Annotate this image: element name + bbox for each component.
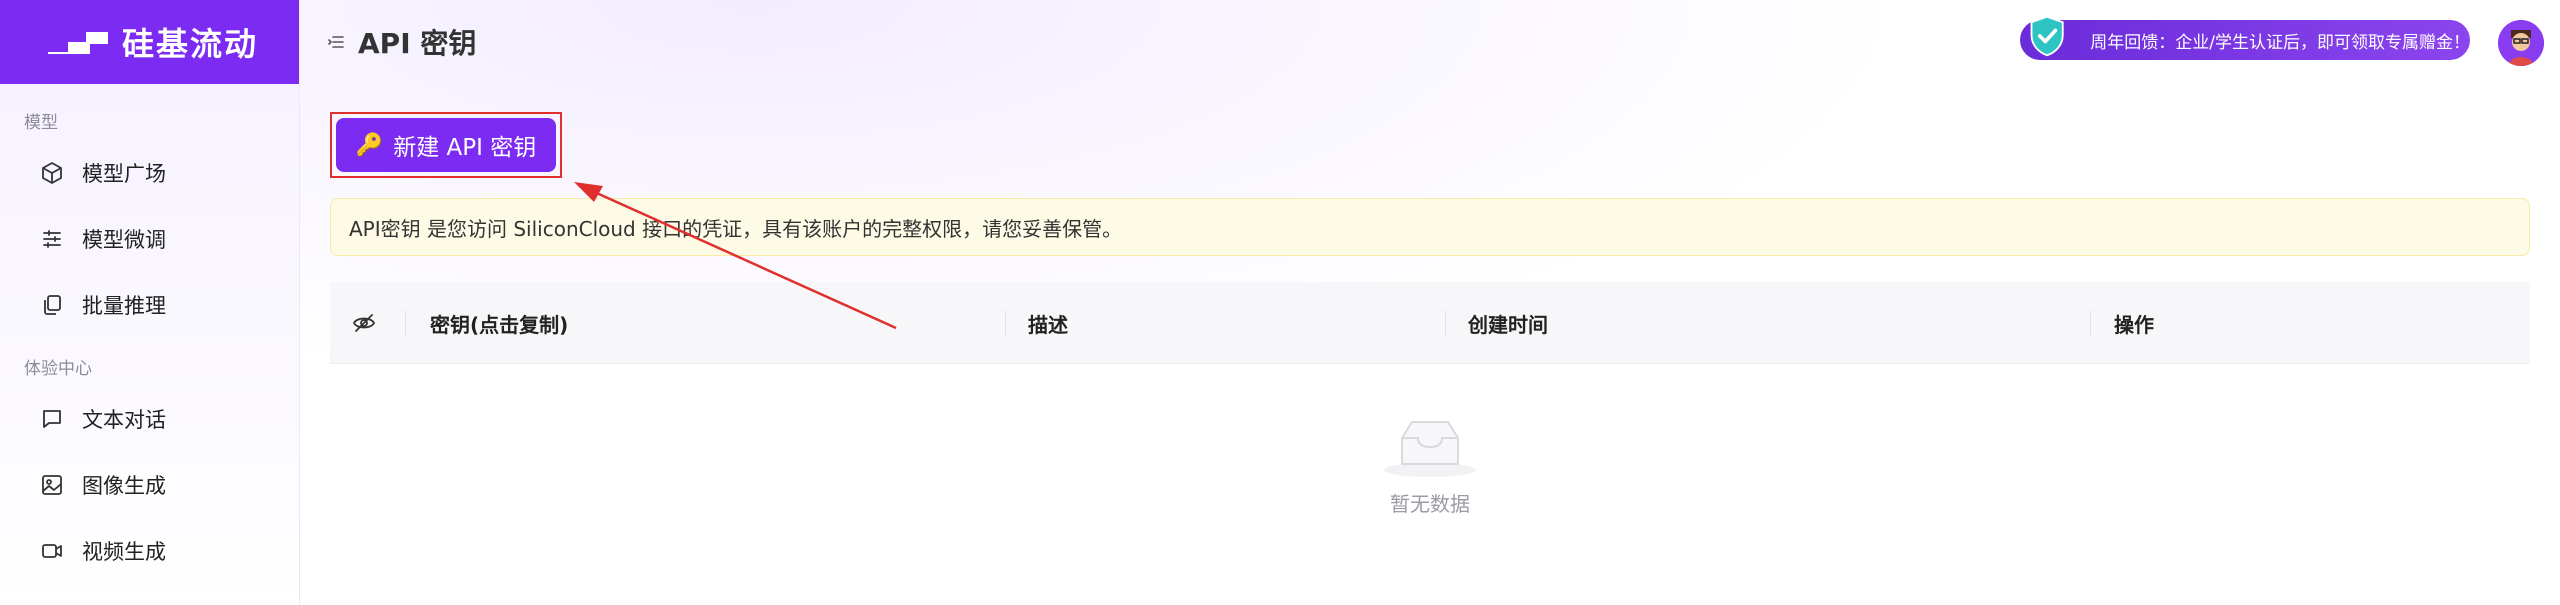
sidebar-item-model-finetune[interactable]: 模型微调 — [0, 206, 299, 272]
nav-group-label-playground: 体验中心 — [24, 359, 92, 379]
column-header-key: 密钥(点击复制) — [405, 282, 568, 364]
sidebar-item-video-generation[interactable]: 视频生成 — [0, 518, 299, 584]
user-avatar[interactable] — [2498, 20, 2544, 66]
empty-state: 暂无数据 — [330, 364, 2530, 605]
video-camera-icon — [40, 539, 64, 563]
app-window: 硅基流动 模型 模型广场 模型微调 批量推理 体验中心 文本对话 图像生成 视频… — [0, 0, 2560, 605]
eye-off-icon — [352, 314, 376, 332]
image-icon — [40, 473, 64, 497]
main-content: API 密钥 周年回馈：企业/学生认证后，即可领取专属赠金！ 🔑 新建 API … — [300, 0, 2560, 605]
new-api-key-button[interactable]: 🔑 新建 API 密钥 — [336, 118, 556, 172]
sidebar-item-image-generation[interactable]: 图像生成 — [0, 452, 299, 518]
sidebar-item-label: 图像生成 — [82, 474, 166, 498]
nav-group-label-models: 模型 — [24, 113, 58, 133]
sidebar-item-label: 文本对话 — [82, 408, 166, 432]
cube-icon — [40, 161, 64, 185]
new-api-key-label: 新建 API 密钥 — [393, 135, 537, 161]
sidebar-item-label: 模型微调 — [82, 228, 166, 252]
api-key-table: 密钥(点击复制) 描述 创建时间 操作 暂无数据 — [330, 282, 2530, 605]
empty-inbox-icon — [1384, 421, 1476, 477]
toggle-visibility-button[interactable] — [352, 282, 376, 364]
chat-bubble-icon — [40, 407, 64, 431]
promo-text: 周年回馈：企业/学生认证后，即可领取专属赠金！ — [2090, 32, 2470, 53]
promo-banner[interactable]: 周年回馈：企业/学生认证后，即可领取专属赠金！ — [2020, 15, 2470, 60]
empty-state-text: 暂无数据 — [1390, 492, 1470, 516]
topbar: API 密钥 周年回馈：企业/学生认证后，即可领取专属赠金！ — [300, 0, 2560, 84]
brand-name: 硅基流动 — [122, 25, 259, 63]
verified-shield-icon — [2030, 15, 2064, 57]
table-header: 密钥(点击复制) 描述 创建时间 操作 — [330, 282, 2530, 364]
brand-header[interactable]: 硅基流动 — [0, 0, 299, 84]
sidebar-item-label: 视频生成 — [82, 540, 166, 564]
notice-text: API密钥 是您访问 SiliconCloud 接口的凭证，具有该账户的完整权限… — [349, 216, 1123, 241]
sliders-icon — [40, 227, 64, 251]
sidebar-item-model-square[interactable]: 模型广场 — [0, 140, 299, 206]
sidebar: 硅基流动 模型 模型广场 模型微调 批量推理 体验中心 文本对话 图像生成 视频… — [0, 0, 300, 605]
brand-logo-icon — [46, 24, 110, 60]
notice-banner: API密钥 是您访问 SiliconCloud 接口的凭证，具有该账户的完整权限… — [330, 198, 2530, 256]
sidebar-item-label: 批量推理 — [82, 294, 166, 318]
column-header-description: 描述 — [1005, 282, 1068, 364]
collapse-menu-icon[interactable] — [326, 32, 346, 52]
sidebar-item-batch-inference[interactable]: 批量推理 — [0, 272, 299, 338]
key-icon: 🔑 — [355, 132, 384, 158]
new-api-key-highlight: 🔑 新建 API 密钥 — [330, 112, 562, 178]
copy-stack-icon — [40, 293, 64, 317]
sidebar-item-label: 模型广场 — [82, 162, 166, 186]
column-header-actions: 操作 — [2090, 282, 2154, 364]
sidebar-item-text-chat[interactable]: 文本对话 — [0, 386, 299, 452]
page-title: API 密钥 — [358, 27, 477, 60]
column-header-created-time: 创建时间 — [1445, 282, 1548, 364]
